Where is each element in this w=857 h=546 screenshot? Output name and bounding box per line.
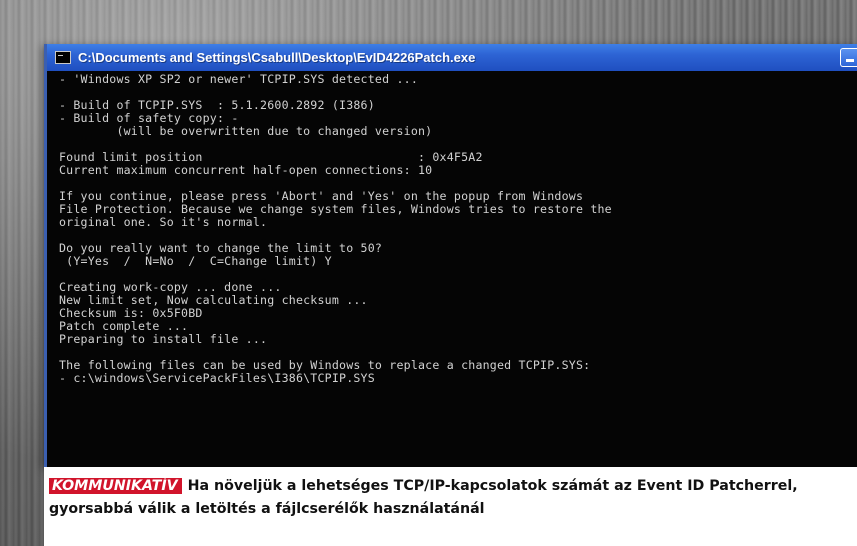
console-output: - 'Windows XP SP2 or newer' TCPIP.SYS de…: [59, 73, 857, 467]
caption-tag: KOMMUNIKATÍV: [49, 478, 182, 494]
photo-caption: KOMMUNIKATÍV Ha növeljük a lehetséges TCP…: [44, 467, 857, 546]
console-line: - c:\windows\ServicePackFiles\I386\TCPIP…: [59, 371, 375, 385]
console-line: (will be overwritten due to changed vers…: [59, 124, 433, 138]
console-window[interactable]: C:\Documents and Settings\Csabull\Deskto…: [44, 44, 857, 467]
console-line: Current maximum concurrent half-open con…: [59, 163, 433, 177]
console-line: (Y=Yes / N=No / C=Change limit) Y: [59, 254, 332, 268]
console-line: original one. So it's normal.: [59, 215, 268, 229]
console-line: Preparing to install file ...: [59, 332, 268, 346]
caption-text-block: KOMMUNIKATÍV Ha növeljük a lehetséges TCP…: [49, 475, 855, 521]
console-app-icon[interactable]: [55, 51, 71, 64]
window-titlebar[interactable]: C:\Documents and Settings\Csabull\Deskto…: [47, 44, 857, 71]
minimize-button[interactable]: [840, 48, 857, 67]
window-title: C:\Documents and Settings\Csabull\Deskto…: [78, 50, 476, 65]
console-line: - 'Windows XP SP2 or newer' TCPIP.SYS de…: [59, 73, 419, 86]
